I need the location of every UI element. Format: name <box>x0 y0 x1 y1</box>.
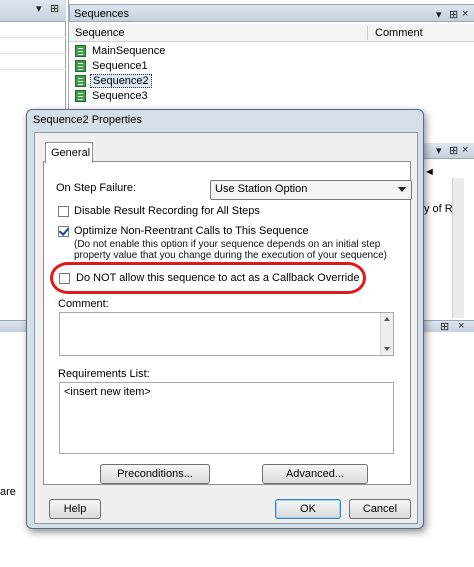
list-item <box>0 40 66 54</box>
sequence-icon <box>75 75 86 87</box>
sequence-icon <box>75 90 86 102</box>
vertical-scrollbar[interactable] <box>380 313 393 355</box>
left-pane-titlebar: ▾ ⊞ <box>0 0 66 22</box>
disable-result-recording-checkbox[interactable] <box>58 206 69 217</box>
dialog-client-area: General On Step Failure: Use Station Opt… <box>34 132 418 524</box>
sequences-titlebar: Sequences ▾ ⊞ × <box>69 4 474 22</box>
optimize-nonreentrant-checkbox[interactable] <box>58 226 69 237</box>
sequence-row-mainsequence[interactable]: MainSequence <box>73 44 223 59</box>
sequence-icon <box>75 45 86 57</box>
optimize-nonreentrant-label[interactable]: Optimize Non-Reentrant Calls to This Seq… <box>74 225 309 237</box>
dialog-title: Sequence2 Properties <box>33 114 142 126</box>
column-sequence[interactable]: Sequence <box>75 27 125 39</box>
pin-icon[interactable]: ⊞ <box>440 320 449 333</box>
pin-icon[interactable]: ⊞ <box>50 2 59 15</box>
disable-result-recording-label[interactable]: Disable Result Recording for All Steps <box>74 205 260 217</box>
callback-override-checkbox[interactable] <box>59 273 70 284</box>
column-comment[interactable]: Comment <box>375 27 423 39</box>
vertical-scrollbar[interactable] <box>452 178 464 318</box>
sequence-row-sequence2[interactable]: Sequence2 <box>73 74 223 89</box>
chevron-down-icon <box>398 187 406 192</box>
list-item <box>0 56 66 70</box>
close-icon[interactable]: × <box>458 320 464 332</box>
optimize-note: (Do not enable this option if your seque… <box>74 239 387 261</box>
scroll-down-icon[interactable] <box>384 347 390 351</box>
on-step-failure-dropdown[interactable]: Use Station Option <box>210 180 412 200</box>
sequences-column-header: Sequence Comment <box>69 24 474 42</box>
scroll-up-icon[interactable] <box>384 317 390 321</box>
sequence-icon <box>75 60 86 72</box>
sequence-label: MainSequence <box>92 45 166 57</box>
comment-field[interactable] <box>59 312 394 356</box>
advanced-button[interactable]: Advanced... <box>262 464 368 484</box>
ok-button[interactable]: OK <box>275 499 341 519</box>
cancel-button[interactable]: Cancel <box>349 499 411 519</box>
sequence-label: Sequence3 <box>92 90 148 102</box>
column-divider[interactable] <box>367 26 368 40</box>
comment-label: Comment: <box>58 298 109 310</box>
sequence-row-sequence1[interactable]: Sequence1 <box>73 59 223 74</box>
help-button[interactable]: Help <box>49 499 101 519</box>
sequence-label: Sequence2 <box>90 74 152 88</box>
scroll-left-icon[interactable]: ◄ <box>424 166 435 178</box>
sequence-label: Sequence1 <box>92 60 148 72</box>
close-icon[interactable]: × <box>462 8 468 20</box>
requirements-label: Requirements List: <box>58 368 150 380</box>
sequence-properties-dialog: Sequence2 Properties General On Step Fai… <box>26 109 424 529</box>
list-item <box>0 24 66 38</box>
general-tab-page: On Step Failure: Use Station Option Disa… <box>43 161 412 485</box>
close-icon[interactable]: × <box>462 144 468 156</box>
on-step-failure-label: On Step Failure: <box>56 182 137 194</box>
tab-general[interactable]: General <box>45 142 93 163</box>
dropdown-value: Use Station Option <box>215 183 308 195</box>
requirements-list[interactable]: <insert new item> <box>59 382 394 454</box>
truncated-text: are <box>0 486 16 498</box>
callback-override-label[interactable]: Do NOT allow this sequence to act as a C… <box>76 272 359 284</box>
sequence-row-sequence3[interactable]: Sequence3 <box>73 89 223 104</box>
sequences-title: Sequences <box>74 8 130 20</box>
pin-icon[interactable]: ⊞ <box>449 144 458 157</box>
list-item[interactable]: <insert new item> <box>64 386 151 398</box>
preconditions-button[interactable]: Preconditions... <box>100 464 210 484</box>
pane-menu-icon[interactable]: ▾ <box>436 144 442 157</box>
pin-icon[interactable]: ⊞ <box>449 8 458 21</box>
tab-label: General <box>51 147 91 159</box>
pane-menu-icon[interactable]: ▾ <box>436 8 442 21</box>
pane-menu-icon[interactable]: ▾ <box>36 2 42 15</box>
